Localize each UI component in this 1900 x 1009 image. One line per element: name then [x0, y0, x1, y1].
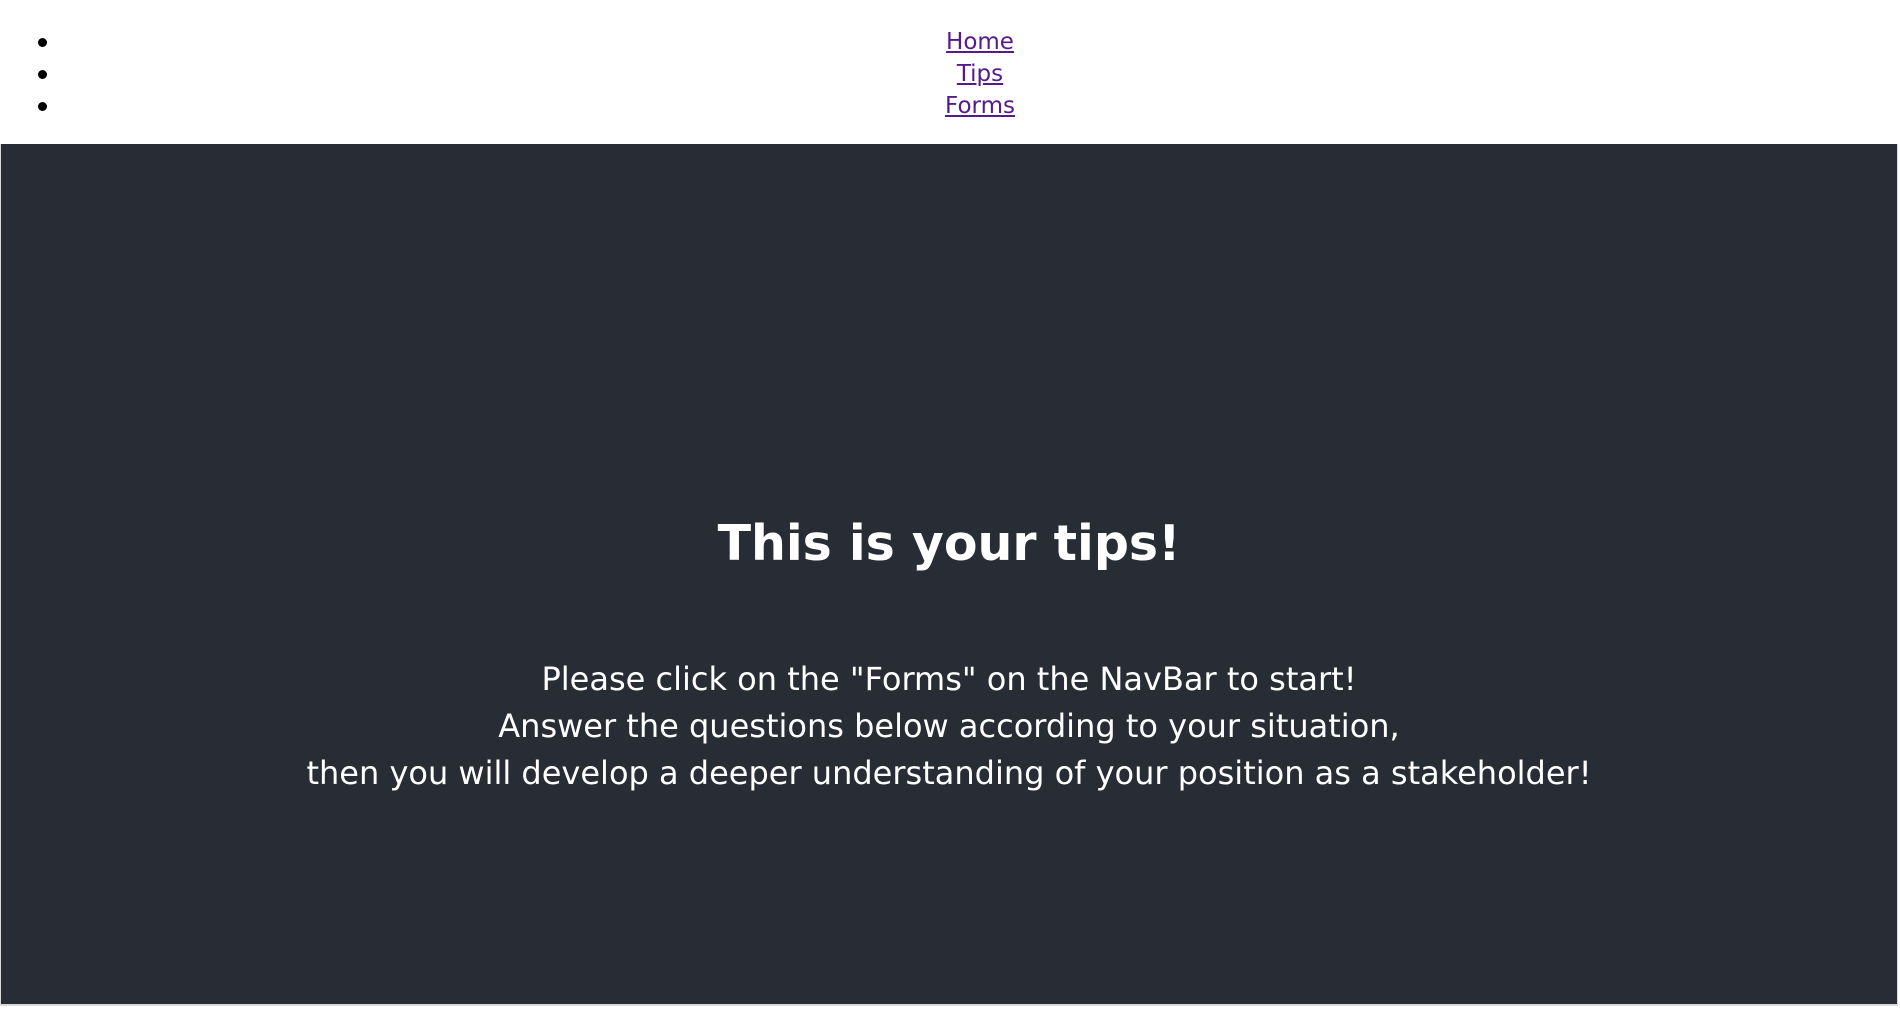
hero-line-1: Please click on the "Forms" on the NavBa… [541, 660, 1357, 698]
navbar: Home Tips Forms [0, 0, 1899, 144]
nav-link-forms[interactable]: Forms [945, 93, 1015, 119]
list-bullet-icon [38, 102, 47, 111]
nav-item-forms: Forms [0, 90, 1900, 122]
list-bullet-icon [38, 70, 47, 79]
hero-section: This is your tips! Please click on the "… [1, 144, 1897, 1004]
list-bullet-icon [38, 38, 47, 47]
nav-link-home[interactable]: Home [946, 29, 1014, 55]
hero-description: Please click on the "Forms" on the NavBa… [1, 656, 1897, 797]
nav-link-tips[interactable]: Tips [957, 61, 1003, 87]
hero-line-2: Answer the questions below according to … [498, 707, 1400, 745]
page-title: This is your tips! [717, 515, 1181, 572]
nav-item-tips: Tips [0, 58, 1900, 90]
nav-list: Home Tips Forms [0, 26, 1900, 122]
nav-item-home: Home [0, 26, 1900, 58]
hero-line-3: then you will develop a deeper understan… [306, 754, 1592, 792]
